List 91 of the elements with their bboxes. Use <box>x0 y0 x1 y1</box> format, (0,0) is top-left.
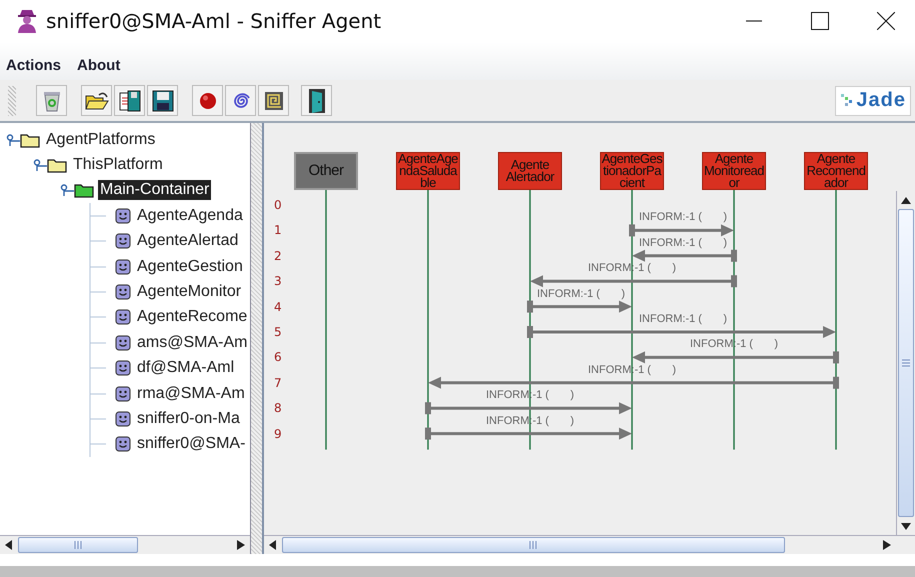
scroll-down-icon[interactable] <box>901 522 911 530</box>
door-icon <box>306 88 326 114</box>
agent-tree-item[interactable]: AgenteGestion <box>135 256 245 277</box>
toolbar-button[interactable] <box>301 85 332 116</box>
message-label: INFORM:-1 ( ) <box>639 236 727 249</box>
minimize-icon <box>746 20 762 22</box>
toolbar-button[interactable] <box>114 85 145 116</box>
scroll-right-icon[interactable] <box>883 540 891 550</box>
agent-tree-item[interactable]: df@SMA-Aml <box>135 358 236 378</box>
expanded-handle-icon[interactable] <box>33 159 47 172</box>
scroll-up-icon[interactable] <box>901 196 911 204</box>
agent-box[interactable]: Agente Monitoreador <box>702 152 766 190</box>
message-arrow[interactable] <box>425 402 632 414</box>
smiley-icon <box>115 309 131 326</box>
row-number: 9 <box>274 426 282 441</box>
smiley-icon <box>115 360 131 376</box>
row-number: 8 <box>274 401 282 416</box>
maximize-icon <box>811 12 829 30</box>
folder-icon <box>47 157 67 174</box>
message-label: INFORM:-1 ( ) <box>639 211 727 224</box>
horizontal-scrollbar[interactable] <box>0 535 250 554</box>
row-number: 2 <box>274 248 282 263</box>
agent-tree-item[interactable]: sniffer0@SMA- <box>135 434 248 454</box>
expanded-handle-icon[interactable] <box>60 184 74 196</box>
grip-icon <box>74 541 82 549</box>
row-number: 1 <box>274 223 282 238</box>
agent-tree-item[interactable]: AgenteMonitor <box>135 282 244 302</box>
square-spiral-icon <box>264 90 284 110</box>
folder-icon <box>20 132 40 148</box>
agent-tree-item[interactable]: AgenteAgenda <box>135 206 245 226</box>
window-title: sniffer0@SMA-Aml - Sniffer Agent <box>46 9 382 33</box>
toolbar-button[interactable] <box>147 85 178 116</box>
spy-figure-icon <box>16 9 38 33</box>
smiley-icon <box>115 436 131 452</box>
scroll-left-icon[interactable] <box>269 540 277 550</box>
scroll-left-icon[interactable] <box>5 540 13 550</box>
record-icon <box>198 92 216 110</box>
message-label: INFORM:-1 ( ) <box>639 313 727 325</box>
grip-icon <box>529 541 538 549</box>
folder-tree-item[interactable]: ThisPlatform <box>71 155 165 176</box>
message-arrow[interactable] <box>629 224 734 236</box>
smiley-icon <box>115 410 131 427</box>
agent-box[interactable]: AgenteAgendaSaludable <box>396 152 460 190</box>
agent-tree-item[interactable]: rma@SMA-Am <box>135 384 247 404</box>
logo-text: Jade <box>856 89 906 112</box>
vertical-scrollbar[interactable] <box>896 191 915 535</box>
document-floppy-icon <box>118 90 140 112</box>
menu-item[interactable]: Actions <box>6 57 62 76</box>
folder-tree-item[interactable]: Main-Container <box>98 180 212 200</box>
grip-icon <box>902 359 910 367</box>
folder-icon <box>74 182 94 198</box>
toolbar-grip[interactable] <box>8 86 16 116</box>
smiley-icon <box>115 334 131 351</box>
row-number: 5 <box>274 325 282 339</box>
message-arrow[interactable] <box>527 300 632 313</box>
agent-box[interactable]: AgenteGestionadorPacient <box>600 152 664 190</box>
menu-item[interactable]: About <box>77 57 120 76</box>
close-icon <box>877 12 895 30</box>
agent-tree-item[interactable]: ams@SMA-Am <box>135 332 250 353</box>
smiley-icon <box>115 233 131 250</box>
message-label: INFORM:-1 ( ) <box>537 288 625 300</box>
smiley-icon <box>115 258 131 275</box>
smiley-icon <box>115 284 131 300</box>
message-arrow[interactable] <box>632 250 737 262</box>
agent-tree-item[interactable]: AgenteAlertad <box>135 231 240 252</box>
agent-box[interactable]: Agente Recomendador <box>804 152 868 190</box>
row-number: 3 <box>274 274 282 288</box>
agent-box[interactable]: Other <box>294 152 358 190</box>
message-arrow[interactable] <box>428 376 839 389</box>
smiley-icon <box>115 208 131 224</box>
row-number: 0 <box>274 198 282 212</box>
toolbar-button[interactable] <box>81 85 112 116</box>
row-number: 6 <box>274 350 282 364</box>
open-folder-icon <box>84 90 108 110</box>
smiley-icon <box>115 386 131 402</box>
scroll-right-icon[interactable] <box>237 540 245 550</box>
message-arrow[interactable] <box>530 275 737 288</box>
row-number: 7 <box>274 376 282 390</box>
message-arrow[interactable] <box>425 428 632 440</box>
message-arrow[interactable] <box>632 351 839 364</box>
expanded-handle-icon[interactable] <box>6 134 20 146</box>
toolbar-button[interactable] <box>258 85 289 116</box>
agent-tree-item[interactable]: sniffer0-on-Ma <box>135 408 242 429</box>
horizontal-scrollbar[interactable] <box>264 535 896 554</box>
message-arrow[interactable] <box>527 326 836 338</box>
agent-box[interactable]: Agente Alertador <box>498 152 562 190</box>
row-number: 4 <box>274 300 282 314</box>
recycle-bin-icon <box>42 90 62 112</box>
dots-icon <box>841 94 854 108</box>
agent-tree-item[interactable]: AgenteRecome <box>135 307 250 328</box>
folder-tree-item[interactable]: AgentPlatforms <box>44 130 158 150</box>
